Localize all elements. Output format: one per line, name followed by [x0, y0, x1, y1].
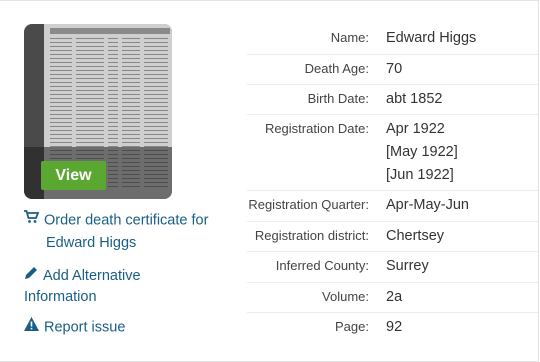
report-issue-label[interactable]: Report issue [44, 319, 125, 335]
detail-row-volume: Volume: 2a [247, 283, 538, 313]
order-certificate-link[interactable]: Order death certificate for Edward Higgs [24, 209, 208, 255]
detail-label: Registration district: [254, 228, 369, 243]
detail-row-name: Name: Edward Higgs [247, 24, 538, 55]
detail-value: 92 [386, 319, 403, 335]
detail-value: Surrey [386, 258, 429, 274]
detail-value: Apr-May-Jun [386, 197, 469, 213]
detail-row-birth-date: Birth Date: abt 1852 [247, 85, 538, 115]
detail-label: Volume: [322, 289, 369, 304]
view-image-button[interactable]: View [41, 161, 106, 190]
detail-row-registration-district: Registration district: Chertsey [247, 222, 538, 252]
detail-label: Registration Quarter: [248, 197, 369, 212]
detail-label: Registration Date: [264, 121, 369, 136]
cart-icon [24, 209, 40, 232]
detail-row-page: Page: 92 [247, 313, 538, 343]
detail-value: Chertsey [386, 228, 445, 244]
registration-date-alt-2: [Jun 1922] [386, 167, 454, 183]
order-certificate-label[interactable]: Order death certificate for [44, 212, 208, 228]
order-certificate-name[interactable]: Edward Higgs [46, 235, 136, 251]
add-alternative-label[interactable]: Add Alternative [43, 268, 141, 284]
add-alternative-info-link[interactable]: Add Alternative Information [24, 265, 141, 308]
registration-date-alt-1: [May 1922] [386, 144, 458, 160]
registration-date-value: Apr 1922 [386, 121, 445, 137]
detail-label: Inferred County: [275, 258, 369, 273]
detail-label: Birth Date: [307, 91, 369, 106]
detail-value: Edward Higgs [386, 30, 477, 46]
scan-header [50, 28, 170, 34]
detail-value: 2a [386, 289, 403, 305]
detail-label: Name: [330, 30, 369, 45]
detail-label: Death Age: [304, 61, 369, 76]
report-issue-link[interactable]: Report issue [24, 316, 125, 339]
detail-row-registration-quarter: Registration Quarter: Apr-May-Jun [247, 191, 538, 222]
detail-value: abt 1852 [386, 91, 443, 107]
pencil-icon [24, 265, 39, 287]
detail-row-inferred-county: Inferred County: Surrey [247, 252, 538, 283]
add-alternative-label-2[interactable]: Information [24, 289, 97, 305]
detail-row-registration-date: Registration Date: Apr 1922 [May 1922] [… [247, 115, 538, 191]
detail-value: 70 [386, 61, 403, 77]
detail-row-death-age: Death Age: 70 [247, 55, 538, 85]
detail-value: Apr 1922 [May 1922] [Jun 1922] [386, 115, 538, 190]
detail-label: Page: [335, 319, 369, 334]
warning-icon [24, 316, 39, 339]
record-details-table: Name: Edward Higgs Death Age: 70 Birth D… [247, 24, 538, 343]
